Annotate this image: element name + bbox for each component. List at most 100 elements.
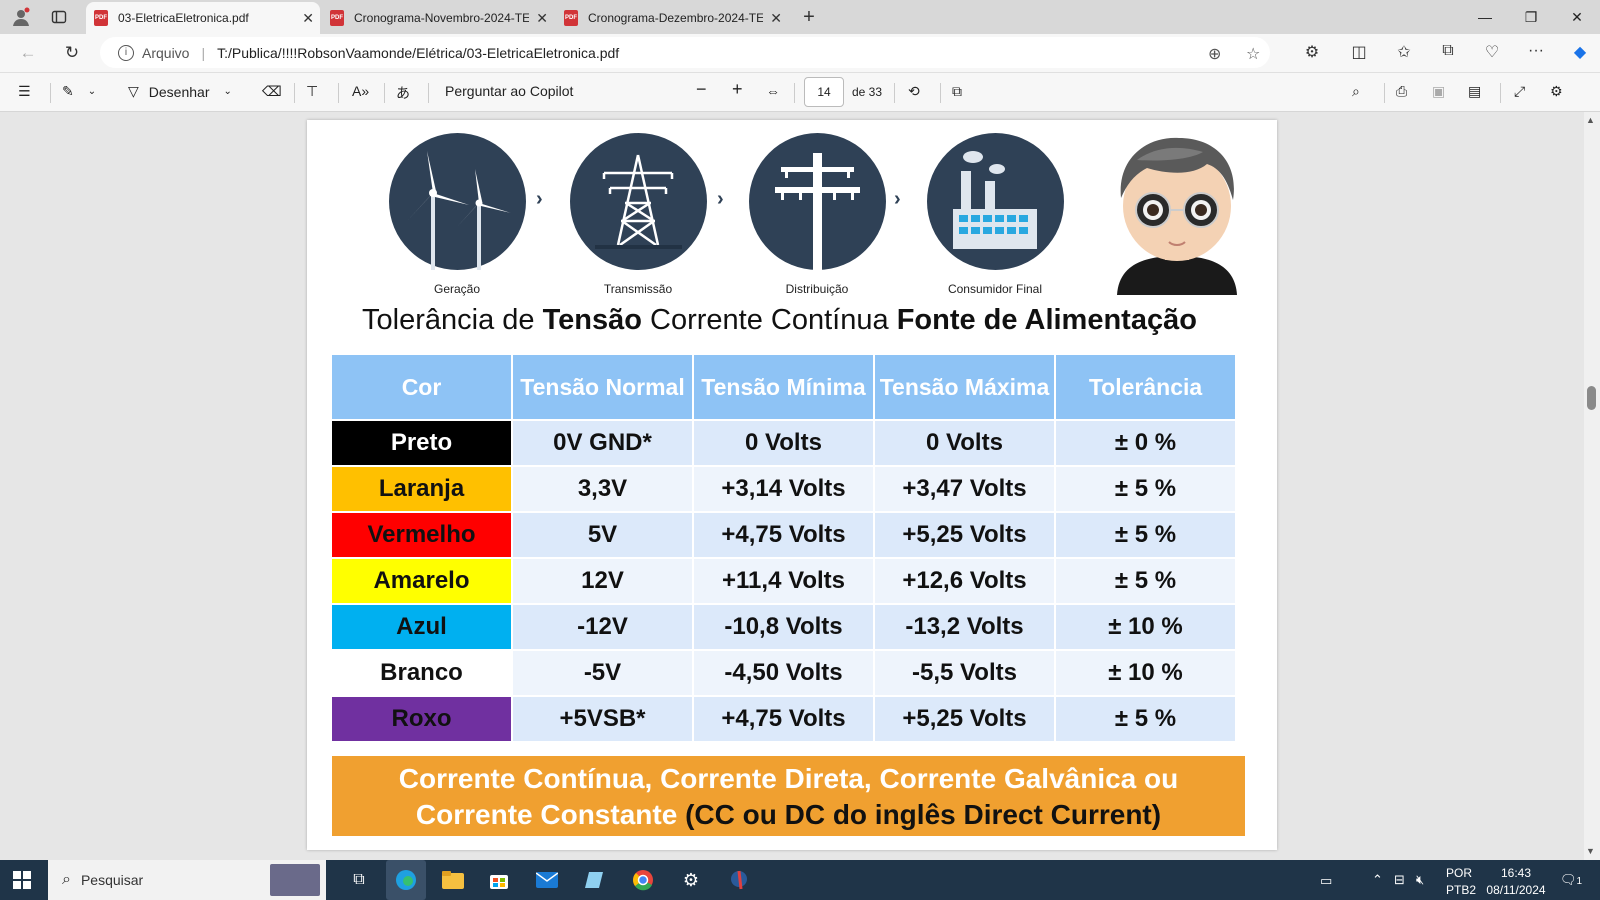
ask-copilot-button[interactable]: Perguntar ao Copilot: [445, 83, 573, 99]
tab-title: Cronograma-Dezembro-2024-TE: [588, 11, 763, 25]
save-icon[interactable]: ▣: [1432, 83, 1445, 100]
zoom-icon[interactable]: ⊕: [1208, 44, 1221, 64]
notes-app-icon[interactable]: [582, 868, 608, 892]
back-icon[interactable]: ←: [16, 42, 40, 64]
performance-icon[interactable]: ♡: [1480, 42, 1504, 62]
consumer-circle: [927, 133, 1064, 270]
cell-max: 0 Volts: [875, 421, 1054, 465]
draw-button[interactable]: ▽ Desenhar ⌄: [128, 83, 232, 100]
cell-color: Laranja: [332, 467, 511, 511]
collections-icon[interactable]: ⧉: [1436, 42, 1460, 60]
cell-min: +3,14 Volts: [694, 467, 873, 511]
profile-icon[interactable]: [10, 6, 32, 28]
favorite-star-icon[interactable]: ☆: [1246, 44, 1260, 64]
cell-normal: 3,3V: [513, 467, 692, 511]
pdf-icon: PDF: [564, 10, 578, 26]
url-text[interactable]: T:/Publica/!!!!RobsonVaamonde/Elétrica/0…: [217, 45, 619, 61]
tab-title: 03-EletricaEletronica.pdf: [118, 11, 249, 25]
close-tab-icon[interactable]: ✕: [770, 10, 782, 27]
fullscreen-icon[interactable]: ⤢: [1514, 83, 1525, 100]
tray-chevron-icon[interactable]: ⌃: [1372, 872, 1383, 888]
cell-normal: 5V: [513, 513, 692, 557]
task-view-icon[interactable]: ⧉: [346, 868, 372, 892]
cell-min: +4,75 Volts: [694, 697, 873, 741]
footer-banner: Corrente Contínua, Corrente Direta, Corr…: [332, 756, 1245, 836]
input-language[interactable]: POR PTB2: [1446, 866, 1476, 897]
generation-circle: [389, 133, 526, 270]
more-options-icon[interactable]: ···: [1524, 42, 1548, 60]
cell-normal: +5VSB*: [513, 697, 692, 741]
minimize-button[interactable]: —: [1462, 4, 1508, 30]
fit-page-icon[interactable]: ⇔: [766, 83, 780, 99]
tab-dezembro[interactable]: PDF Cronograma-Dezembro-2024-TE ✕: [556, 2, 788, 34]
network-icon[interactable]: ⊟: [1394, 872, 1405, 888]
edge-taskbar-icon[interactable]: [386, 860, 426, 900]
store-icon[interactable]: [486, 868, 512, 892]
search-icon: ⌕: [62, 871, 71, 888]
close-window-button[interactable]: ✕: [1554, 4, 1600, 30]
chrome-icon[interactable]: [630, 868, 656, 892]
close-tab-icon[interactable]: ✕: [302, 10, 314, 27]
scroll-up-icon[interactable]: ▲: [1586, 115, 1595, 125]
print-icon[interactable]: ⎙: [1396, 83, 1407, 100]
arrow-icon: ›: [894, 188, 901, 210]
settings-taskbar-icon[interactable]: ⚙: [678, 868, 704, 892]
url-field[interactable]: i Arquivo | T:/Publica/!!!!RobsonVaamond…: [100, 37, 1270, 68]
cell-normal: -12V: [513, 605, 692, 649]
rotate-icon[interactable]: ⟲: [908, 83, 920, 100]
file-explorer-icon[interactable]: [440, 868, 466, 892]
header-tensao-maxima: Tensão Máxima: [875, 355, 1054, 419]
eraser-icon[interactable]: ⌫: [262, 83, 282, 100]
read-aloud-icon[interactable]: A»: [352, 83, 369, 99]
zoom-in-button[interactable]: +: [732, 79, 743, 100]
power-pole-icon: [775, 153, 860, 270]
restore-button[interactable]: ❐: [1508, 4, 1554, 30]
notification-icon[interactable]: 🗨︎1: [1560, 872, 1582, 888]
info-icon[interactable]: i: [118, 44, 134, 61]
zoom-out-button[interactable]: −: [696, 79, 707, 100]
caption-transmission: Transmissão: [603, 282, 673, 296]
taskbar-search[interactable]: ⌕ Pesquisar: [48, 860, 326, 900]
scrollbar-thumb[interactable]: [1587, 386, 1596, 410]
tab-eletrica[interactable]: PDF 03-EletricaEletronica.pdf ✕: [86, 2, 320, 34]
footer-line-2a: Corrente Constante: [415, 799, 686, 830]
save-as-icon[interactable]: ▤: [1468, 83, 1481, 100]
clock[interactable]: 16:43 08/11/2024: [1486, 866, 1546, 897]
cell-color: Branco: [332, 651, 511, 695]
vertical-scrollbar[interactable]: [1584, 112, 1600, 860]
caption-generation: Geração: [433, 282, 481, 296]
add-text-icon[interactable]: ⊤: [306, 83, 318, 100]
translate-icon[interactable]: あ: [396, 83, 410, 103]
scroll-down-icon[interactable]: ▼: [1586, 846, 1595, 856]
highlight-icon[interactable]: ✎ ⌄: [62, 83, 96, 100]
wind-turbine-icon: [407, 151, 511, 270]
search-icon[interactable]: ⌕: [1352, 83, 1360, 100]
refresh-icon[interactable]: ↻: [60, 42, 84, 64]
search-highlight-image: [270, 864, 320, 896]
tab-actions-icon[interactable]: [48, 6, 70, 28]
close-tab-icon[interactable]: ✕: [536, 10, 548, 27]
new-tab-icon[interactable]: +: [798, 6, 820, 28]
windows-start-icon[interactable]: [13, 871, 31, 889]
volume-muted-icon[interactable]: 🔇︎: [1416, 872, 1424, 888]
settings-icon[interactable]: ⚙: [1550, 83, 1563, 100]
contents-icon[interactable]: ☰: [18, 83, 31, 100]
draw-label: Desenhar: [148, 83, 210, 100]
search-placeholder: Pesquisar: [80, 872, 144, 888]
cell-tolerance: ± 0 %: [1056, 421, 1235, 465]
page-number-input[interactable]: 14: [804, 77, 844, 107]
caption-distribution: Distribuição: [785, 282, 849, 296]
cell-min: -10,8 Volts: [694, 605, 873, 649]
caption-consumer: Consumidor Final: [947, 282, 1043, 296]
extensions-icon[interactable]: ⚙: [1300, 42, 1324, 62]
page-view-icon[interactable]: ⧉: [952, 83, 962, 100]
snipping-tool-icon[interactable]: [726, 868, 752, 892]
copilot-icon[interactable]: ◆: [1568, 42, 1592, 62]
keyboard-tray-icon[interactable]: ▭: [1320, 873, 1332, 889]
cell-max: +5,25 Volts: [875, 697, 1054, 741]
mail-icon[interactable]: [534, 868, 560, 892]
favorites-icon[interactable]: ✩: [1392, 42, 1416, 62]
cell-max: +5,25 Volts: [875, 513, 1054, 557]
tab-novembro[interactable]: PDF Cronograma-Novembro-2024-TE ✕: [322, 2, 554, 34]
split-screen-icon[interactable]: ◫: [1347, 42, 1371, 62]
